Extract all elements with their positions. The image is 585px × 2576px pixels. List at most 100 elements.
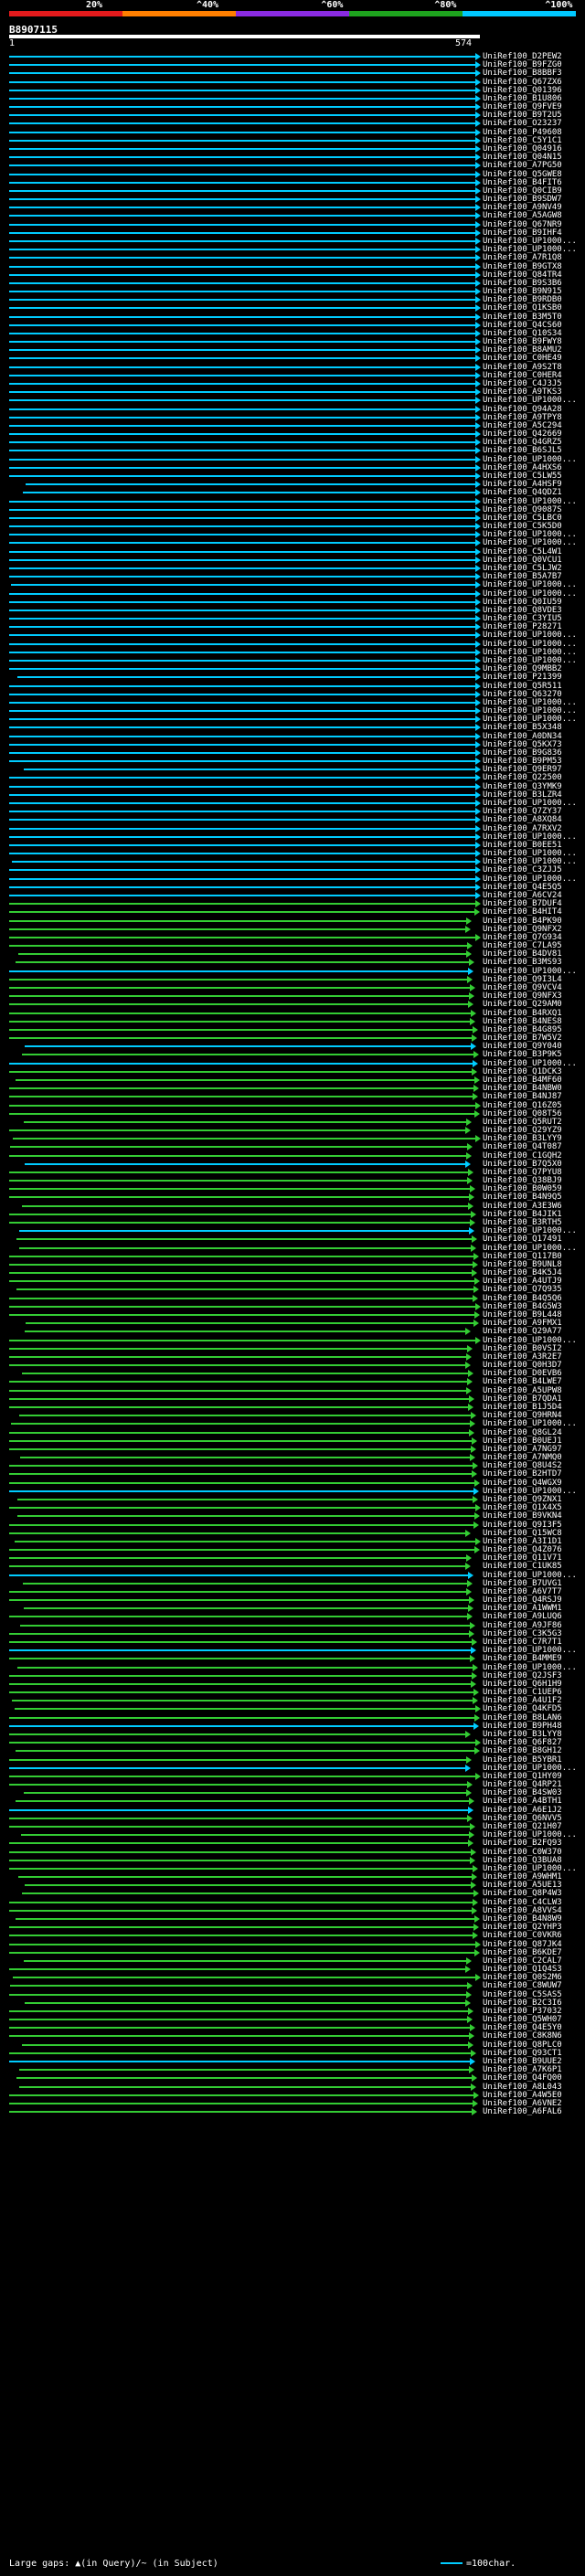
hit-label[interactable]: UniRef100_Q29A77 <box>483 1327 562 1336</box>
hit-row[interactable]: UniRef100_Q4FQ00 <box>0 2073 585 2083</box>
hit-label[interactable]: UniRef100_O23237 <box>483 119 562 128</box>
hit-row[interactable]: UniRef100_B6SJL5 <box>0 446 585 455</box>
hit-row[interactable]: UniRef100_Q29AM0 <box>0 1000 585 1009</box>
hit-label[interactable]: UniRef100_B2HTD7 <box>483 1469 562 1479</box>
hit-label[interactable]: UniRef100_Q17491 <box>483 1235 562 1244</box>
hit-label[interactable]: UniRef100_B4MME9 <box>483 1654 562 1663</box>
hit-row[interactable]: UniRef100_B8GH12 <box>0 1746 585 1755</box>
hit-label[interactable]: UniRef100_B2FQ93 <box>483 1839 562 1848</box>
hit-label[interactable]: UniRef100_UP1000... <box>483 631 577 640</box>
hit-row[interactable]: UniRef100_A9LUQ6 <box>0 1612 585 1621</box>
hit-row[interactable]: UniRef100_C0HE49 <box>0 354 585 363</box>
hit-row[interactable]: UniRef100_C8K8N6 <box>0 2031 585 2041</box>
hit-row[interactable]: UniRef100_UP1000... <box>0 396 585 405</box>
hit-label[interactable]: UniRef100_A6FAL6 <box>483 2107 562 2116</box>
alignment-line <box>24 1960 466 1962</box>
hit-row[interactable]: UniRef100_Q1KSB0 <box>0 303 585 313</box>
hit-label[interactable]: UniRef100_B5X348 <box>483 723 562 732</box>
hit-row[interactable]: UniRef100_B4NJ87 <box>0 1092 585 1101</box>
hit-row[interactable]: UniRef100_Q29A77 <box>0 1327 585 1336</box>
hit-row[interactable]: UniRef100_C8WUW7 <box>0 1981 585 1990</box>
hit-row[interactable]: UniRef100_Q8P4W3 <box>0 1889 585 1898</box>
hit-row[interactable]: UniRef100_P21399 <box>0 673 585 682</box>
hit-label[interactable]: UniRef100_Q1KSB0 <box>483 303 562 313</box>
hit-label[interactable]: UniRef100_B3MS93 <box>483 958 562 967</box>
hit-row[interactable]: UniRef100_A4BTH1 <box>0 1797 585 1806</box>
hit-row[interactable]: UniRef100_C0VKR6 <box>0 1931 585 1940</box>
alignment-arrow-icon <box>473 1261 478 1268</box>
hit-label[interactable]: UniRef100_UP1000... <box>483 396 577 405</box>
hit-row[interactable]: UniRef100_B2FQ93 <box>0 1839 585 1848</box>
hit-label[interactable]: UniRef100_A8XQ84 <box>483 815 562 824</box>
hit-row[interactable]: UniRef100_B8BBF3 <box>0 69 585 78</box>
hit-label[interactable]: UniRef100_Q4KFD5 <box>483 1704 562 1713</box>
hit-row[interactable]: UniRef100_Q4KFD5 <box>0 1704 585 1713</box>
hit-row[interactable]: UniRef100_Q7Q935 <box>0 1285 585 1294</box>
hit-row[interactable]: UniRef100_Q4QDZ1 <box>0 488 585 497</box>
hit-row[interactable]: UniRef100_UP1000... <box>0 1419 585 1428</box>
hit-label[interactable]: UniRef100_B4LWE7 <box>483 1377 562 1386</box>
hit-label[interactable]: UniRef100_A9LUQ6 <box>483 1612 562 1621</box>
hit-label[interactable]: UniRef100_B8GH12 <box>483 1746 562 1755</box>
hit-row[interactable]: UniRef100_B3P9K5 <box>0 1050 585 1059</box>
alignment-line <box>9 660 475 662</box>
hit-label[interactable]: UniRef100_C0HE49 <box>483 354 562 363</box>
hit-row[interactable]: UniRef100_B3MS93 <box>0 958 585 967</box>
hit-label[interactable]: UniRef100_B4NJ87 <box>483 1092 562 1101</box>
hit-label[interactable]: UniRef100_Q22500 <box>483 773 562 782</box>
hit-label[interactable]: UniRef100_C0VKR6 <box>483 1931 562 1940</box>
hit-row[interactable]: UniRef100_UP1000... <box>0 580 585 589</box>
hit-label[interactable]: UniRef100_B8BBF3 <box>483 69 562 78</box>
hit-row[interactable]: UniRef100_C1UK85 <box>0 1562 585 1571</box>
alignment-arrow-icon <box>472 1638 477 1646</box>
hit-row[interactable]: UniRef100_UP1000... <box>0 538 585 547</box>
hit-label[interactable]: UniRef100_B4N9Q5 <box>483 1193 562 1202</box>
hit-label[interactable]: UniRef100_Q7Q935 <box>483 1285 562 1294</box>
hit-label[interactable]: UniRef100_Q29AM0 <box>483 1000 562 1009</box>
hit-row[interactable]: UniRef100_A7PG50 <box>0 161 585 170</box>
hit-row[interactable]: UniRef100_A5AGW8 <box>0 211 585 220</box>
hit-row[interactable]: UniRef100_Q22500 <box>0 773 585 782</box>
hit-row[interactable]: UniRef100_A6FAL6 <box>0 2107 585 2116</box>
hit-label[interactable]: UniRef100_Q4QDZ1 <box>483 488 562 497</box>
hit-label[interactable]: UniRef100_A7R1Q8 <box>483 253 562 262</box>
hit-label[interactable]: UniRef100_UP1000... <box>483 1419 577 1428</box>
hit-label[interactable]: UniRef100_C1UK85 <box>483 1562 562 1571</box>
hit-label[interactable]: UniRef100_Q4FQ00 <box>483 2073 562 2083</box>
alignment-arrow-icon <box>475 531 481 538</box>
hit-row[interactable]: UniRef100_Q17491 <box>0 1235 585 1244</box>
hit-row[interactable]: UniRef100_B4HIT4 <box>0 907 585 917</box>
alignment-line <box>9 106 475 108</box>
hit-label[interactable]: UniRef100_Q8P4W3 <box>483 1889 562 1898</box>
hit-label[interactable]: UniRef100_C8WUW7 <box>483 1981 562 1990</box>
hit-row[interactable]: UniRef100_A8XQ84 <box>0 815 585 824</box>
hit-label[interactable]: UniRef100_C3ZJJ5 <box>483 865 562 875</box>
hit-label[interactable]: UniRef100_B4HIT4 <box>483 907 562 917</box>
hit-label[interactable]: UniRef100_A4BTH1 <box>483 1797 562 1806</box>
hit-row[interactable]: UniRef100_B4LWE7 <box>0 1377 585 1386</box>
hit-row[interactable]: UniRef100_UP1000... <box>0 631 585 640</box>
hit-row[interactable]: UniRef100_B4MME9 <box>0 1654 585 1663</box>
alignment-arrow-icon <box>468 1370 473 1377</box>
hit-label[interactable]: UniRef100_Q4T087 <box>483 1142 562 1151</box>
hit-label[interactable]: UniRef100_B3P9K5 <box>483 1050 562 1059</box>
hit-row[interactable]: UniRef100_O23237 <box>0 119 585 128</box>
hit-label[interactable]: UniRef100_UP1000... <box>483 538 577 547</box>
hit-row[interactable]: UniRef100_B2HTD7 <box>0 1469 585 1479</box>
hit-label[interactable]: UniRef100_B6SJL5 <box>483 446 562 455</box>
hit-row[interactable]: UniRef100_A7R1Q8 <box>0 253 585 262</box>
hit-label[interactable]: UniRef100_C8K8N6 <box>483 2031 562 2041</box>
hit-label[interactable]: UniRef100_A5AGW8 <box>483 211 562 220</box>
hit-label[interactable]: UniRef100_UP1000... <box>483 580 577 589</box>
alignment-arrow-icon <box>466 1789 472 1797</box>
hit-row[interactable]: UniRef100_B4N9Q5 <box>0 1193 585 1202</box>
hit-label[interactable]: UniRef100_B9VKN4 <box>483 1511 562 1521</box>
hit-row[interactable]: UniRef100_B9VKN4 <box>0 1511 585 1521</box>
alignment-line <box>9 576 475 578</box>
hit-label[interactable]: UniRef100_A7PG50 <box>483 161 562 170</box>
hit-row[interactable]: UniRef100_B5X348 <box>0 723 585 732</box>
hit-row[interactable]: UniRef100_Q4T087 <box>0 1142 585 1151</box>
hit-row[interactable]: UniRef100_C3ZJJ5 <box>0 865 585 875</box>
alignment-arrow-icon <box>475 1705 481 1712</box>
hit-label[interactable]: UniRef100_P21399 <box>483 673 562 682</box>
